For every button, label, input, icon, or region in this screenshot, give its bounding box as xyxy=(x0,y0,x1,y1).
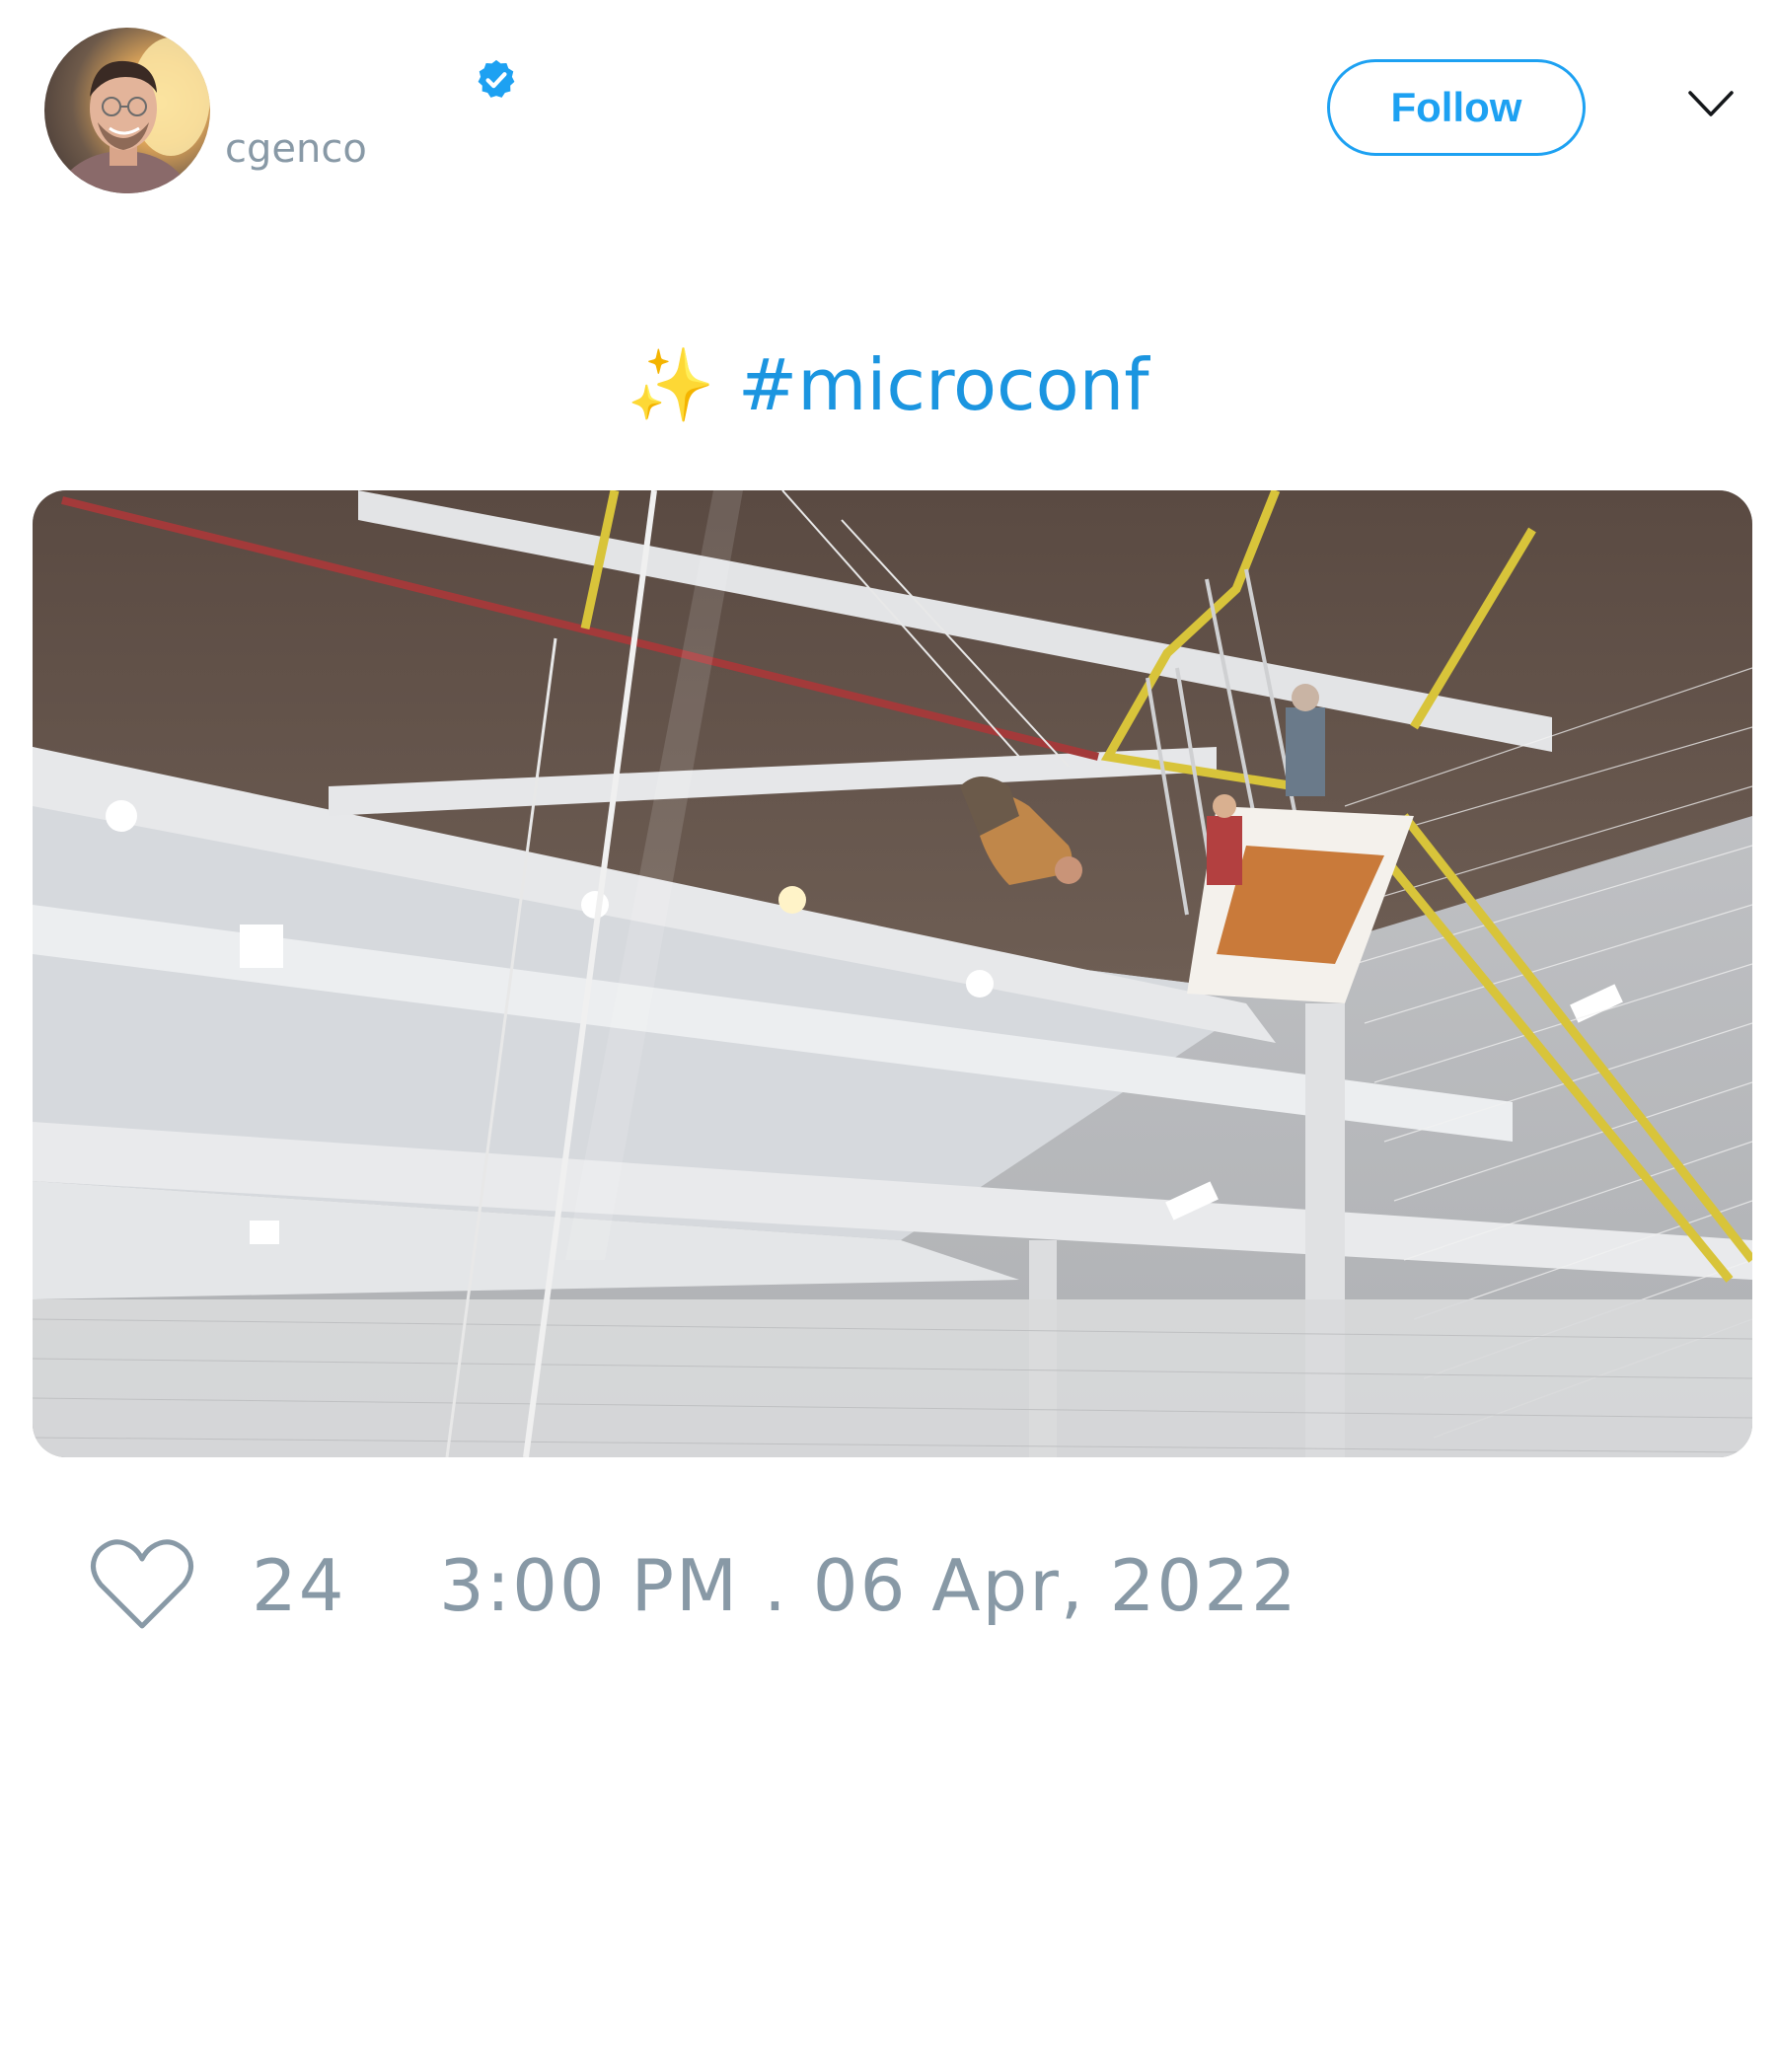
trapeze-photo xyxy=(33,490,1752,1457)
follow-button[interactable]: Follow xyxy=(1327,59,1586,156)
sparkles-emoji: ✨ xyxy=(627,343,715,426)
tweet-embed: cgenco Follow ✨ #microconf 24 3:00 PM . … xyxy=(0,0,1776,2072)
like-count: 24 xyxy=(252,1544,346,1627)
timestamp-link[interactable]: 3:00 PM . 06 Apr, 2022 xyxy=(439,1544,1298,1627)
tweet-text: ✨ #microconf xyxy=(0,340,1776,429)
verified-badge-icon xyxy=(478,59,515,98)
handle[interactable]: cgenco xyxy=(225,126,367,172)
hashtag-link[interactable]: #microconf xyxy=(738,343,1149,426)
avatar[interactable] xyxy=(44,28,210,193)
heart-icon[interactable] xyxy=(89,1537,195,1632)
chevron-down-icon[interactable] xyxy=(1687,89,1735,118)
tweet-media[interactable] xyxy=(33,490,1752,1457)
avatar-image xyxy=(55,37,210,193)
